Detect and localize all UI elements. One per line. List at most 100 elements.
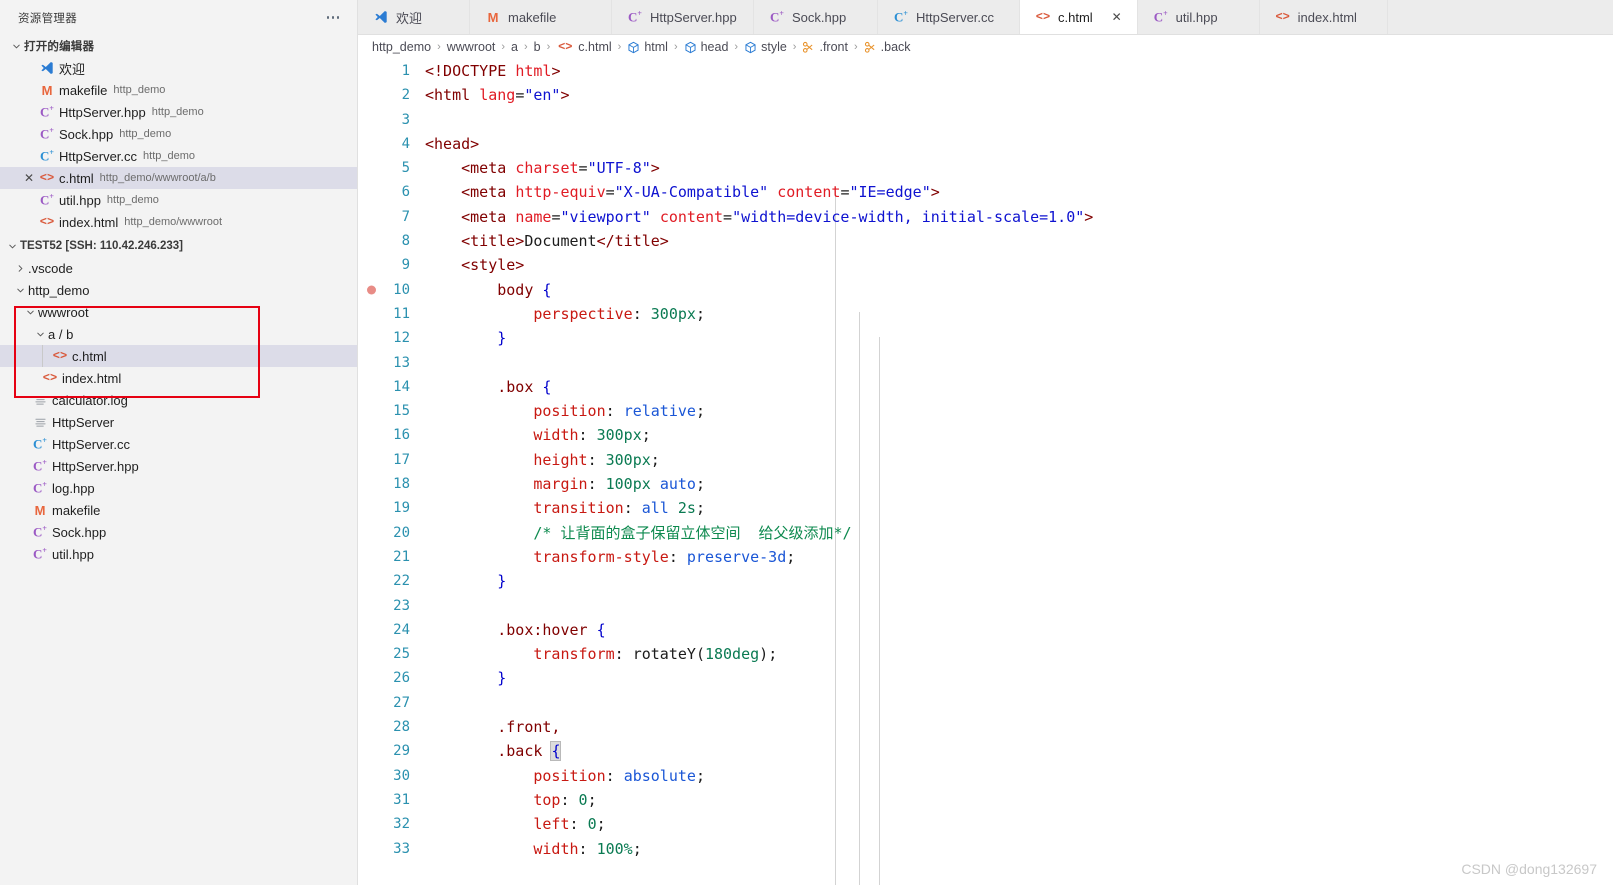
line-number[interactable]: 28 xyxy=(358,715,422,739)
line-number[interactable]: 33 xyxy=(358,837,422,861)
workspace-root[interactable]: TEST52 [SSH: 110.42.246.233] xyxy=(0,235,357,257)
open-editor-item[interactable]: C+ HttpServer.cc http_demo xyxy=(0,145,357,167)
line-number[interactable]: 29 xyxy=(358,739,422,763)
open-editors-section-header[interactable]: 打开的编辑器 xyxy=(0,35,357,57)
open-editor-item[interactable]: ✕ <> c.html http_demo/wwwroot/a/b xyxy=(0,167,357,189)
line-number[interactable]: 17 xyxy=(358,448,422,472)
tab-c.html[interactable]: <> c.html ✕ xyxy=(1020,0,1138,34)
file-row[interactable]: <> c.html xyxy=(0,345,357,367)
line-number[interactable]: 10 xyxy=(358,278,422,302)
close-icon[interactable]: ✕ xyxy=(20,171,38,185)
tab-index.html[interactable]: <>index.html✕ xyxy=(1259,0,1388,34)
code-line: 16 width: 300px; xyxy=(358,423,1613,447)
line-number[interactable]: 14 xyxy=(358,375,422,399)
cpp-header-icon: C+ xyxy=(1153,8,1168,25)
file-row[interactable]: C+ util.hpp xyxy=(0,543,357,565)
line-number[interactable]: 3 xyxy=(358,108,422,132)
code-token: ; xyxy=(596,815,606,834)
folder-row[interactable]: a / b xyxy=(0,323,357,345)
tab-HttpServer.hpp[interactable]: C+HttpServer.hpp✕ xyxy=(612,0,754,34)
line-number[interactable]: 22 xyxy=(358,569,422,593)
file-row[interactable]: calculator.log xyxy=(0,389,357,411)
breadcrumb-item[interactable]: http_demo xyxy=(372,40,431,54)
file-row[interactable]: Mmakefile xyxy=(0,499,357,521)
open-editor-item[interactable]: <> index.html http_demo/wwwroot xyxy=(0,211,357,233)
tab-bar-empty-space xyxy=(1387,0,1613,34)
line-number[interactable]: 1 xyxy=(358,59,422,83)
line-number[interactable]: 4 xyxy=(358,132,422,156)
file-row[interactable]: HttpServer xyxy=(0,411,357,433)
tab-HttpServer.cc[interactable]: C+HttpServer.cc✕ xyxy=(878,0,1020,34)
breadcrumb-item[interactable]: .front xyxy=(802,40,848,54)
code-token: ; xyxy=(768,645,778,664)
line-number[interactable]: 27 xyxy=(358,691,422,715)
line-number[interactable]: 12 xyxy=(358,326,422,350)
breadcrumb-item[interactable]: wwwroot xyxy=(447,40,496,54)
line-number[interactable]: 25 xyxy=(358,642,422,666)
line-number[interactable]: 19 xyxy=(358,496,422,520)
line-number[interactable]: 8 xyxy=(358,229,422,253)
code-token: "viewport" xyxy=(560,207,651,226)
open-editor-item[interactable]: C+ Sock.hpp http_demo xyxy=(0,123,357,145)
line-number[interactable]: 6 xyxy=(358,180,422,204)
code-line: 12 } xyxy=(358,326,1613,350)
explorer-header: 资源管理器 xyxy=(0,0,357,35)
folder-row[interactable]: .vscode xyxy=(0,257,357,279)
line-number[interactable]: 20 xyxy=(358,521,422,545)
file-row[interactable]: C+ HttpServer.cc xyxy=(0,433,357,455)
open-editor-item[interactable]: C+ util.hpp http_demo xyxy=(0,189,357,211)
code-token: : xyxy=(632,304,651,323)
line-number[interactable]: 24 xyxy=(358,618,422,642)
code-editor[interactable]: 1 <!DOCTYPE html> 2 <html lang="en"> 3 4 <head… xyxy=(358,59,1613,885)
tab-makefile[interactable]: Mmakefile✕ xyxy=(470,0,612,34)
file-row[interactable]: C+ Sock.hpp xyxy=(0,521,357,543)
line-number[interactable]: 15 xyxy=(358,399,422,423)
open-editor-item[interactable]: 欢迎 xyxy=(0,57,357,79)
line-number[interactable]: 2 xyxy=(358,83,422,107)
open-editor-item[interactable]: Mmakefile http_demo xyxy=(0,79,357,101)
breadcrumb-item[interactable]: style xyxy=(744,40,787,54)
breadcrumb-item[interactable]: <> c.html xyxy=(556,40,612,54)
close-icon[interactable]: ✕ xyxy=(1109,9,1125,25)
line-number[interactable]: 21 xyxy=(358,545,422,569)
folder-row[interactable]: http_demo xyxy=(0,279,357,301)
tab-util.hpp[interactable]: C+util.hpp✕ xyxy=(1137,0,1260,34)
breadcrumb-item[interactable]: a xyxy=(511,40,518,54)
line-number[interactable]: 9 xyxy=(358,253,422,277)
line-number[interactable]: 11 xyxy=(358,302,422,326)
line-number[interactable]: 31 xyxy=(358,788,422,812)
breakpoint-icon[interactable] xyxy=(367,285,376,295)
breadcrumb-item[interactable]: .back xyxy=(864,40,911,54)
open-editor-item[interactable]: C+ HttpServer.hpp http_demo xyxy=(0,101,357,123)
breadcrumb-item[interactable]: html xyxy=(627,40,668,54)
tab-欢迎[interactable]: 欢迎✕ xyxy=(358,0,470,34)
breadcrumb-separator: › xyxy=(501,41,506,53)
code-token: relative xyxy=(623,402,696,421)
line-number[interactable]: 32 xyxy=(358,812,422,836)
line-number[interactable]: 23 xyxy=(358,594,422,618)
code-token: : xyxy=(578,426,597,445)
line-number[interactable]: 7 xyxy=(358,205,422,229)
code-token: = xyxy=(723,207,733,226)
code-token: transform-style xyxy=(425,547,669,566)
breadcrumb-item[interactable]: head xyxy=(684,40,728,54)
file-row[interactable]: <> index.html xyxy=(0,367,357,389)
code-text: .back { xyxy=(422,739,1613,763)
line-number[interactable]: 30 xyxy=(358,764,422,788)
ellipsis-icon[interactable] xyxy=(323,12,344,23)
breadcrumb-item[interactable]: b xyxy=(534,40,541,54)
tab-Sock.hpp[interactable]: C+Sock.hpp✕ xyxy=(754,0,878,34)
element-cube-icon xyxy=(627,41,640,54)
line-number[interactable]: 18 xyxy=(358,472,422,496)
line-number[interactable]: 5 xyxy=(358,156,422,180)
log-icon xyxy=(31,417,49,428)
code-token: "width=device-width, initial-scale=1.0" xyxy=(732,207,1085,226)
line-number[interactable]: 16 xyxy=(358,423,422,447)
line-number[interactable]: 13 xyxy=(358,351,422,375)
file-row[interactable]: C+ HttpServer.hpp xyxy=(0,455,357,477)
line-number[interactable]: 26 xyxy=(358,666,422,690)
tree-item-label: .vscode xyxy=(28,260,73,276)
file-row[interactable]: C+ log.hpp xyxy=(0,477,357,499)
folder-row[interactable]: wwwroot xyxy=(0,301,357,323)
code-token: name xyxy=(515,207,552,226)
